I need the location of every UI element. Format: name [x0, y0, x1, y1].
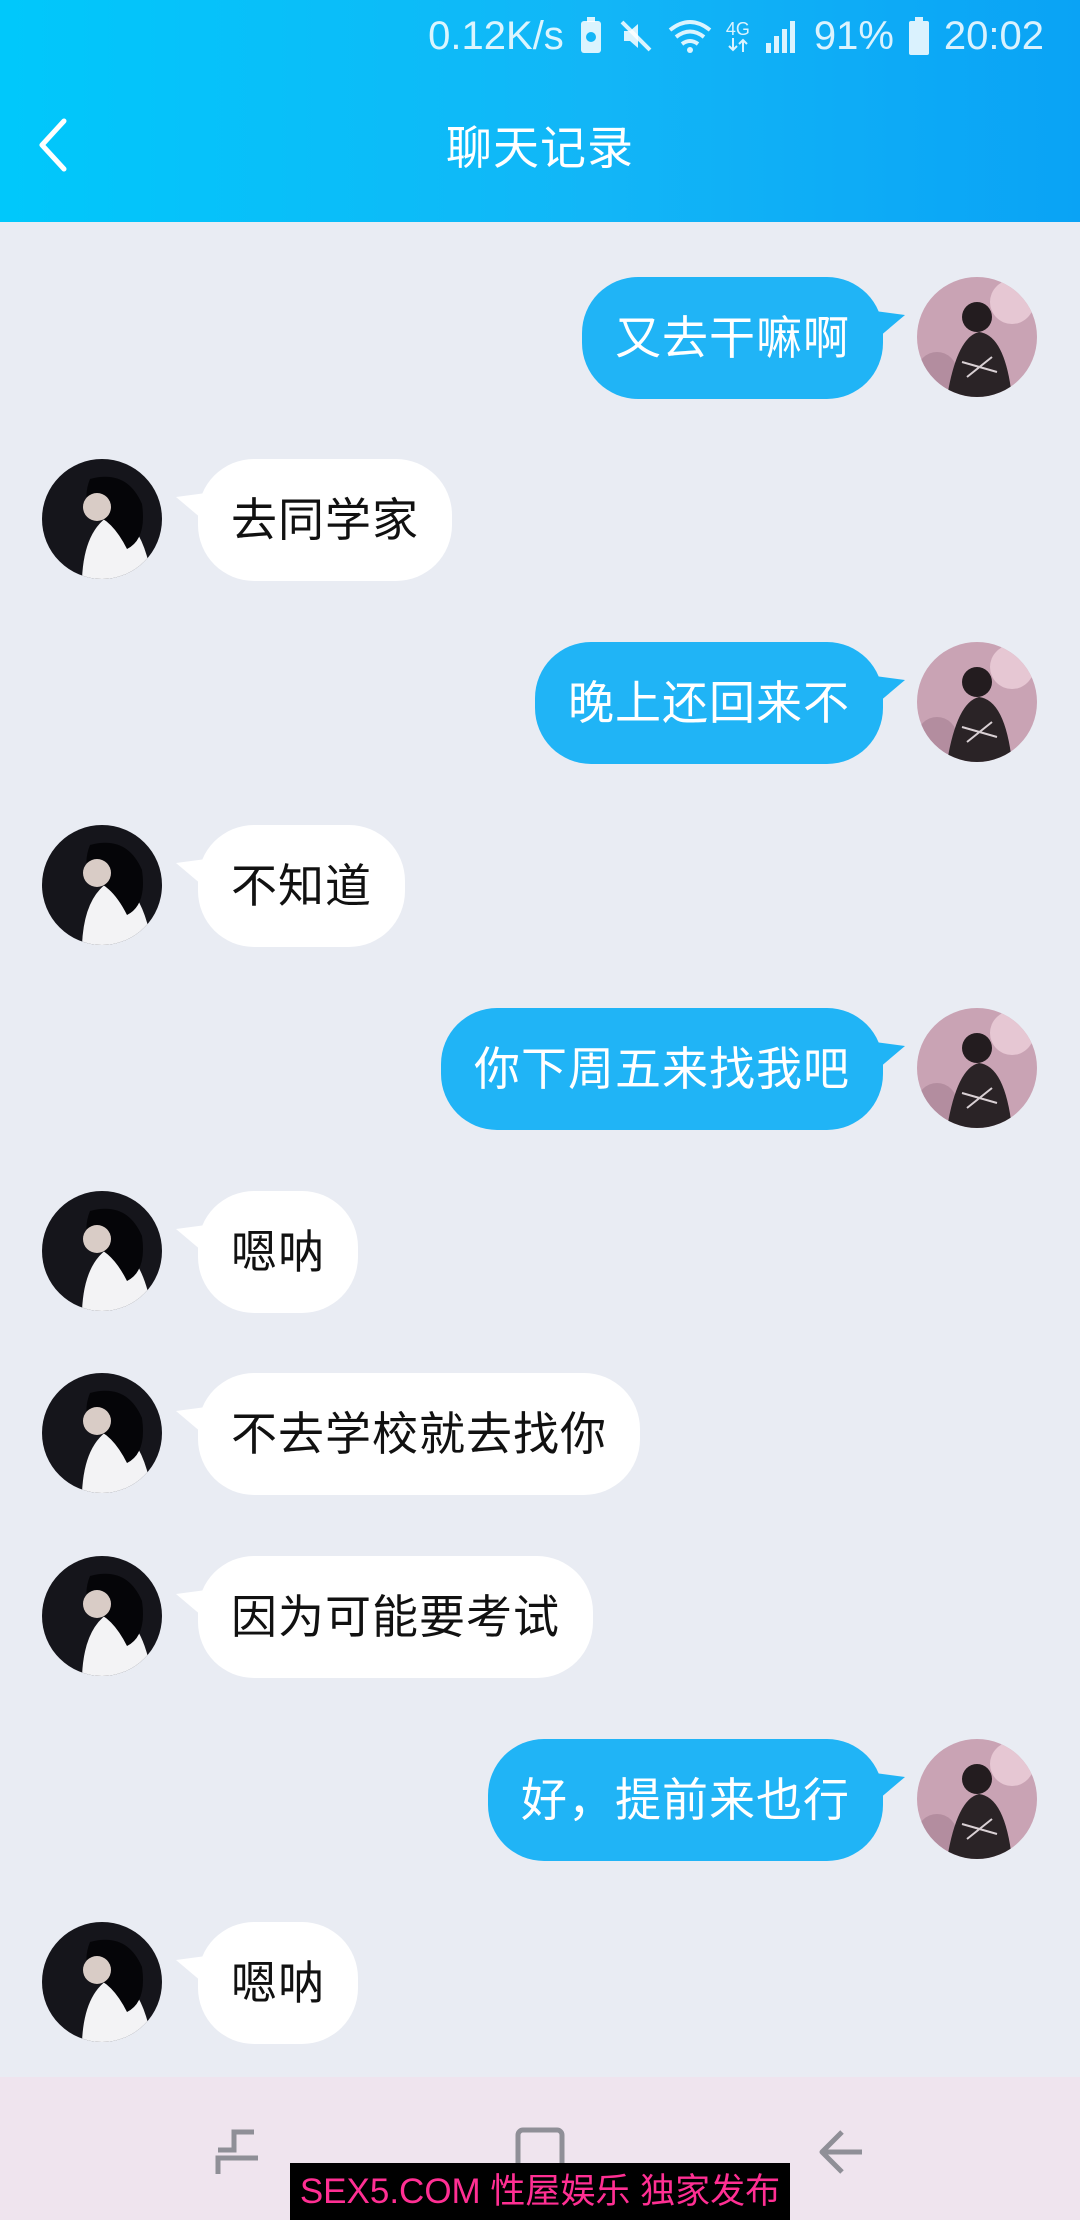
received-message-bubble[interactable]: 不知道 — [198, 825, 405, 947]
contact-avatar[interactable] — [42, 1556, 162, 1676]
received-message-bubble[interactable]: 嗯呐 — [198, 1191, 358, 1313]
battery-saver-icon — [578, 14, 604, 58]
bubble-tail — [875, 676, 905, 702]
signal-icon — [764, 14, 800, 58]
network-type: 4G — [725, 19, 750, 39]
nav-back-button[interactable] — [802, 2117, 882, 2187]
contact-avatar[interactable] — [42, 1191, 162, 1311]
received-message-bubble[interactable]: 不去学校就去找你 — [198, 1373, 640, 1495]
bubble-tail — [875, 1773, 905, 1799]
message-row: 晚上还回来不 — [0, 642, 1080, 764]
message-row: 你下周五来找我吧 — [0, 1008, 1080, 1130]
mobile-data-icon: 4G — [726, 14, 750, 58]
message-row: 因为可能要考试 — [0, 1556, 1080, 1678]
message-row: 嗯呐 — [0, 1191, 1080, 1313]
my-avatar[interactable] — [917, 277, 1037, 397]
clock: 20:02 — [943, 13, 1044, 58]
app-header: 0.12K/s 4G 91% 20:02 聊天记录 — [0, 0, 1080, 222]
my-avatar[interactable] — [917, 1008, 1037, 1128]
my-avatar[interactable] — [917, 1739, 1037, 1859]
contact-avatar[interactable] — [42, 1922, 162, 2042]
watermark-banner: SEX5.COM 性屋娱乐 独家发布 — [290, 2163, 790, 2220]
recent-apps-icon — [215, 2129, 258, 2174]
network-speed: 0.12K/s — [428, 13, 564, 58]
chat-history-list[interactable]: 又去干嘛啊 去同学家 晚上还回来不 不知道 你下周五来找我吧 嗯呐 不去学校就去… — [0, 222, 1080, 2077]
sent-message-bubble[interactable]: 好，提前来也行 — [488, 1739, 883, 1861]
contact-avatar[interactable] — [42, 825, 162, 945]
received-message-bubble[interactable]: 去同学家 — [198, 459, 452, 581]
message-row: 又去干嘛啊 — [0, 277, 1080, 399]
wifi-icon — [668, 14, 712, 58]
back-arrow-icon — [819, 2130, 862, 2174]
message-row: 去同学家 — [0, 459, 1080, 581]
message-row: 不去学校就去找你 — [0, 1373, 1080, 1495]
bubble-tail — [875, 311, 905, 337]
battery-percent: 91% — [813, 13, 894, 58]
received-message-bubble[interactable]: 因为可能要考试 — [198, 1556, 593, 1678]
received-message-bubble[interactable]: 嗯呐 — [198, 1922, 358, 2044]
contact-avatar[interactable] — [42, 1373, 162, 1493]
message-row: 好，提前来也行 — [0, 1739, 1080, 1861]
message-row: 嗯呐 — [0, 1922, 1080, 2044]
sent-message-bubble[interactable]: 你下周五来找我吧 — [441, 1008, 883, 1130]
recent-apps-button[interactable] — [198, 2117, 278, 2187]
page-title: 聊天记录 — [446, 121, 634, 175]
message-row: 不知道 — [0, 825, 1080, 947]
battery-icon — [908, 14, 930, 58]
bubble-tail — [875, 1042, 905, 1068]
sent-message-bubble[interactable]: 又去干嘛啊 — [582, 277, 883, 399]
sent-message-bubble[interactable]: 晚上还回来不 — [535, 642, 883, 764]
my-avatar[interactable] — [917, 642, 1037, 762]
contact-avatar[interactable] — [42, 459, 162, 579]
status-bar: 0.12K/s 4G 91% 20:02 — [428, 8, 1044, 64]
mute-icon — [618, 14, 654, 58]
